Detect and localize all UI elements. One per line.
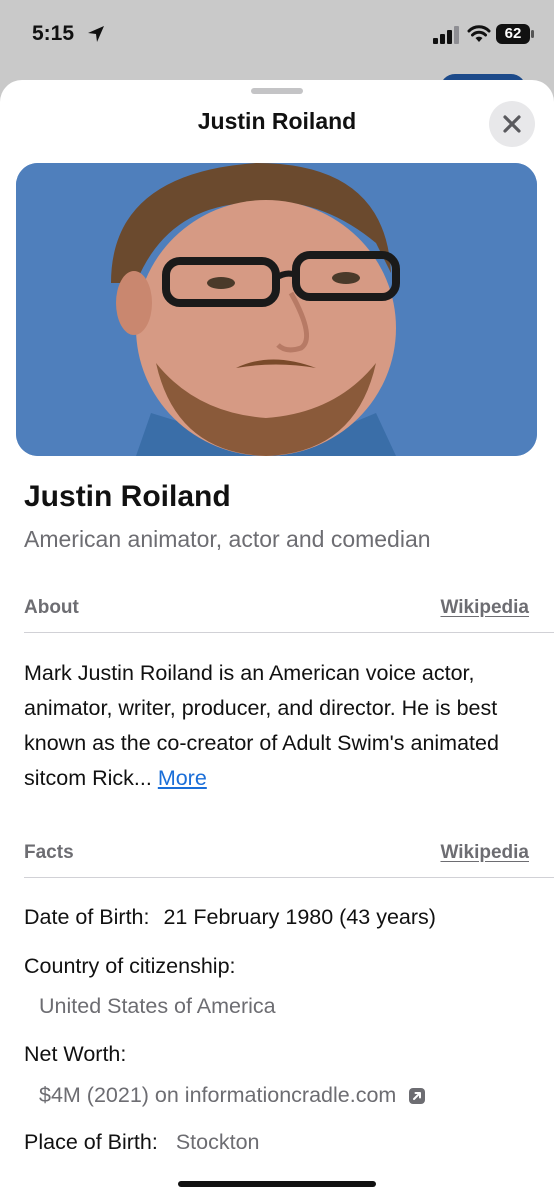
- wifi-icon: [467, 25, 491, 42]
- battery-level: 62: [504, 25, 522, 42]
- facts-section-label: Facts: [24, 842, 74, 863]
- entity-photo: [16, 163, 537, 456]
- about-divider: [24, 632, 554, 633]
- person-portrait-image: [16, 163, 537, 456]
- entity-description: American animator, actor and comedian: [24, 526, 431, 552]
- fact-label: Place of Birth:: [24, 1130, 158, 1154]
- facts-divider: [24, 877, 554, 878]
- fact-row-place-of-birth: Place of Birth: Stockton: [24, 1130, 260, 1155]
- fact-row-date-of-birth: Date of Birth: 21 February 1980 (43 year…: [24, 905, 436, 930]
- fact-value: Stockton: [175, 1130, 260, 1154]
- facts-wikipedia-link[interactable]: Wikipedia: [440, 842, 529, 864]
- external-link-icon[interactable]: [408, 1087, 426, 1105]
- location-arrow-icon: [88, 26, 104, 42]
- status-time: 5:15: [32, 22, 75, 45]
- lookup-sheet: Justin Roiland Justin Roiland American a…: [0, 80, 554, 1200]
- about-text: Mark Justin Roiland is an American voice…: [24, 656, 534, 796]
- fact-label-net-worth: Net Worth:: [24, 1042, 127, 1066]
- fact-value: 21 February 1980 (43 years): [163, 905, 436, 929]
- about-body: Mark Justin Roiland is an American voice…: [24, 661, 499, 790]
- fact-label-country: Country of citizenship:: [24, 954, 236, 978]
- fact-value-country: United States of America: [39, 994, 276, 1018]
- about-section-label: About: [24, 597, 79, 618]
- about-wikipedia-link[interactable]: Wikipedia: [440, 597, 529, 619]
- entity-name: Justin Roiland: [24, 480, 231, 513]
- close-icon: [503, 115, 521, 133]
- home-indicator[interactable]: [178, 1181, 376, 1187]
- close-button[interactable]: [489, 101, 535, 147]
- sheet-grabber[interactable]: [251, 88, 303, 94]
- more-link[interactable]: More: [158, 766, 207, 790]
- sheet-title: Justin Roiland: [197, 108, 357, 134]
- fact-label: Date of Birth:: [24, 905, 150, 929]
- fact-value-net-worth[interactable]: $4M (2021) on informationcradle.com: [39, 1083, 426, 1108]
- status-bar: 5:15 62: [0, 0, 554, 70]
- signal-icon: [433, 26, 459, 44]
- net-worth-link-text[interactable]: $4M (2021) on informationcradle.com: [39, 1083, 396, 1107]
